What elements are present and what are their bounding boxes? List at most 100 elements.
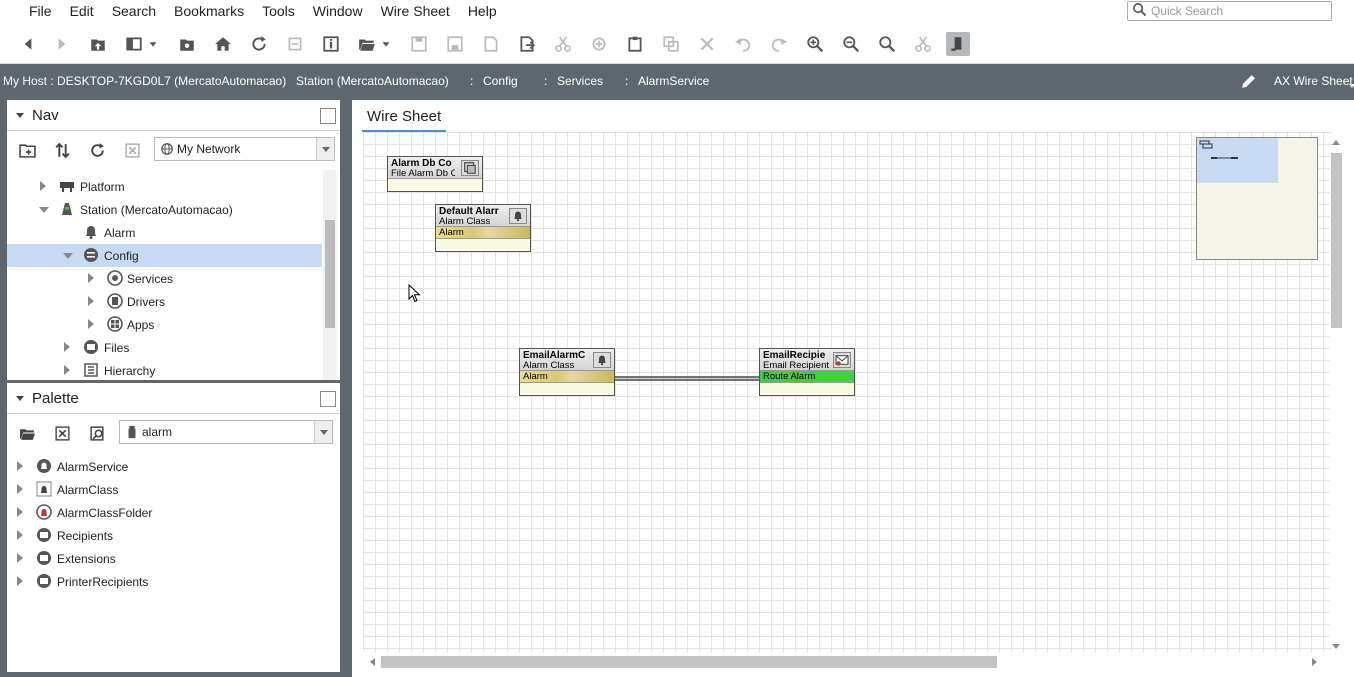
breadcrumb-config[interactable]: Config: [483, 74, 518, 88]
collapse-icon[interactable]: [39, 207, 49, 213]
expand-icon[interactable]: [88, 319, 94, 329]
save-as-icon[interactable]: [481, 34, 501, 54]
tree-item-config[interactable]: Config: [7, 244, 322, 267]
scroll-left-arrow-icon[interactable]: [370, 658, 375, 666]
menu-tools[interactable]: Tools: [253, 0, 304, 24]
maximize-icon[interactable]: [320, 108, 336, 124]
wire-sheet-canvas[interactable]: Alarm Db Co File Alarm Db C Default Alar…: [363, 132, 1332, 652]
tree-item-drivers[interactable]: Drivers: [7, 290, 322, 313]
component-default-alarm-class[interactable]: Default Alarr Alarm Class Alarm: [435, 204, 531, 252]
maximize-icon[interactable]: [320, 391, 336, 407]
palette-item-extensions[interactable]: Extensions: [7, 547, 322, 570]
menu-wire-sheet[interactable]: Wire Sheet: [372, 0, 459, 24]
breadcrumb-station[interactable]: Station (MercatoAutomacao): [296, 74, 449, 88]
cancel-icon[interactable]: [285, 34, 305, 54]
tree-item-hierarchy[interactable]: Hierarchy: [7, 359, 322, 380]
sort-icon[interactable]: [53, 141, 71, 159]
menu-file[interactable]: File: [0, 0, 61, 24]
view-selector[interactable]: AX Wire Sheet: [1274, 74, 1353, 88]
expand-icon[interactable]: [88, 273, 94, 283]
wire-icon[interactable]: [913, 34, 933, 54]
expand-icon[interactable]: [88, 296, 94, 306]
tab-wire-sheet[interactable]: Wire Sheet: [362, 104, 447, 132]
zoom-out-icon[interactable]: [841, 34, 861, 54]
canvas-horizontal-scrollbar[interactable]: [370, 656, 1320, 669]
close-icon[interactable]: [123, 141, 141, 159]
expand-icon[interactable]: [17, 461, 23, 471]
menu-window[interactable]: Window: [304, 0, 372, 24]
dropdown-arrow-icon[interactable]: [379, 34, 393, 54]
paste-icon[interactable]: [625, 34, 645, 54]
chevron-down-icon[interactable]: [316, 138, 334, 160]
menu-edit[interactable]: Edit: [61, 0, 103, 24]
tree-item-station[interactable]: Station (MercatoAutomacao): [7, 198, 322, 221]
expand-icon[interactable]: [17, 530, 23, 540]
quick-search-box[interactable]: [1127, 1, 1332, 21]
up-level-icon[interactable]: [88, 34, 108, 54]
canvas-vscroll-thumb[interactable]: [1331, 153, 1342, 328]
refresh-icon[interactable]: [249, 34, 269, 54]
collapse-icon[interactable]: [16, 113, 24, 118]
expand-icon[interactable]: [64, 342, 70, 352]
expand-icon[interactable]: [17, 553, 23, 563]
component-email-alarm-class[interactable]: EmailAlarmC Alarm Class Alarm: [519, 348, 615, 396]
nav-scrollbar[interactable]: [323, 170, 337, 380]
collapse-icon[interactable]: [16, 396, 24, 401]
open-palette-icon[interactable]: [18, 424, 36, 442]
tree-item-platform[interactable]: Platform: [7, 175, 322, 198]
component-alarm-db[interactable]: Alarm Db Co File Alarm Db C: [387, 156, 483, 192]
palette-item-alarmservice[interactable]: AlarmService: [7, 455, 322, 478]
expand-icon[interactable]: [17, 507, 23, 517]
new-folder-icon[interactable]: [18, 141, 36, 159]
expand-icon[interactable]: [17, 484, 23, 494]
export-icon[interactable]: [517, 34, 537, 54]
expand-icon[interactable]: [17, 576, 23, 586]
dropdown-arrow-icon[interactable]: [146, 34, 160, 54]
collapse-icon[interactable]: [63, 253, 73, 259]
save-icon[interactable]: [409, 34, 429, 54]
chevron-down-icon[interactable]: [314, 421, 332, 443]
palette-item-printerrecipients[interactable]: PrinterRecipients: [7, 570, 322, 593]
palette-item-alarmclassfolder[interactable]: AlarmClassFolder: [7, 501, 322, 524]
delete-icon[interactable]: [697, 34, 717, 54]
canvas-hscroll-thumb[interactable]: [381, 656, 997, 668]
open-icon[interactable]: [357, 34, 377, 54]
new-tab-icon[interactable]: [177, 34, 197, 54]
breadcrumb-services[interactable]: Services: [557, 74, 603, 88]
cut-icon[interactable]: [553, 34, 573, 54]
scroll-up-arrow-icon[interactable]: [1332, 140, 1340, 145]
tree-item-alarm[interactable]: Alarm: [7, 221, 322, 244]
view-dropdown-arrow-icon[interactable]: [1349, 79, 1354, 93]
close-palette-icon[interactable]: [53, 424, 71, 442]
slot-alarm[interactable]: Alarm: [436, 227, 530, 239]
scroll-down-arrow-icon[interactable]: [1332, 644, 1340, 649]
zoom-in-icon[interactable]: [805, 34, 825, 54]
forward-icon[interactable]: [52, 34, 72, 54]
nav-network-dropdown[interactable]: My Network: [154, 137, 335, 161]
tree-item-apps[interactable]: Apps: [7, 313, 322, 336]
menu-bookmarks[interactable]: Bookmarks: [165, 0, 253, 24]
pencil-icon[interactable]: [1240, 73, 1257, 93]
slot-route-alarm[interactable]: Route Alarm: [760, 371, 854, 383]
undo-icon[interactable]: [733, 34, 753, 54]
quick-search-input[interactable]: [1151, 4, 1326, 18]
copy-icon[interactable]: [589, 34, 609, 54]
expand-icon[interactable]: [40, 181, 46, 191]
zoom-fit-icon[interactable]: [877, 34, 897, 54]
nav-scroll-thumb[interactable]: [325, 220, 335, 328]
menu-help[interactable]: Help: [459, 0, 506, 24]
expand-icon[interactable]: [64, 365, 70, 375]
tree-item-files[interactable]: Files: [7, 336, 322, 359]
menu-search[interactable]: Search: [103, 0, 165, 24]
home-icon[interactable]: [213, 34, 233, 54]
palette-item-recipients[interactable]: Recipients: [7, 524, 322, 547]
breadcrumb-alarmservice[interactable]: AlarmService: [638, 74, 709, 88]
side-bar-icon[interactable]: [124, 34, 144, 54]
info-icon[interactable]: [321, 34, 341, 54]
save-all-icon[interactable]: [445, 34, 465, 54]
duplicate-icon[interactable]: [661, 34, 681, 54]
tree-item-services[interactable]: Services: [7, 267, 322, 290]
redo-icon[interactable]: [769, 34, 789, 54]
refresh-icon[interactable]: [88, 141, 106, 159]
scroll-right-arrow-icon[interactable]: [1312, 658, 1317, 666]
